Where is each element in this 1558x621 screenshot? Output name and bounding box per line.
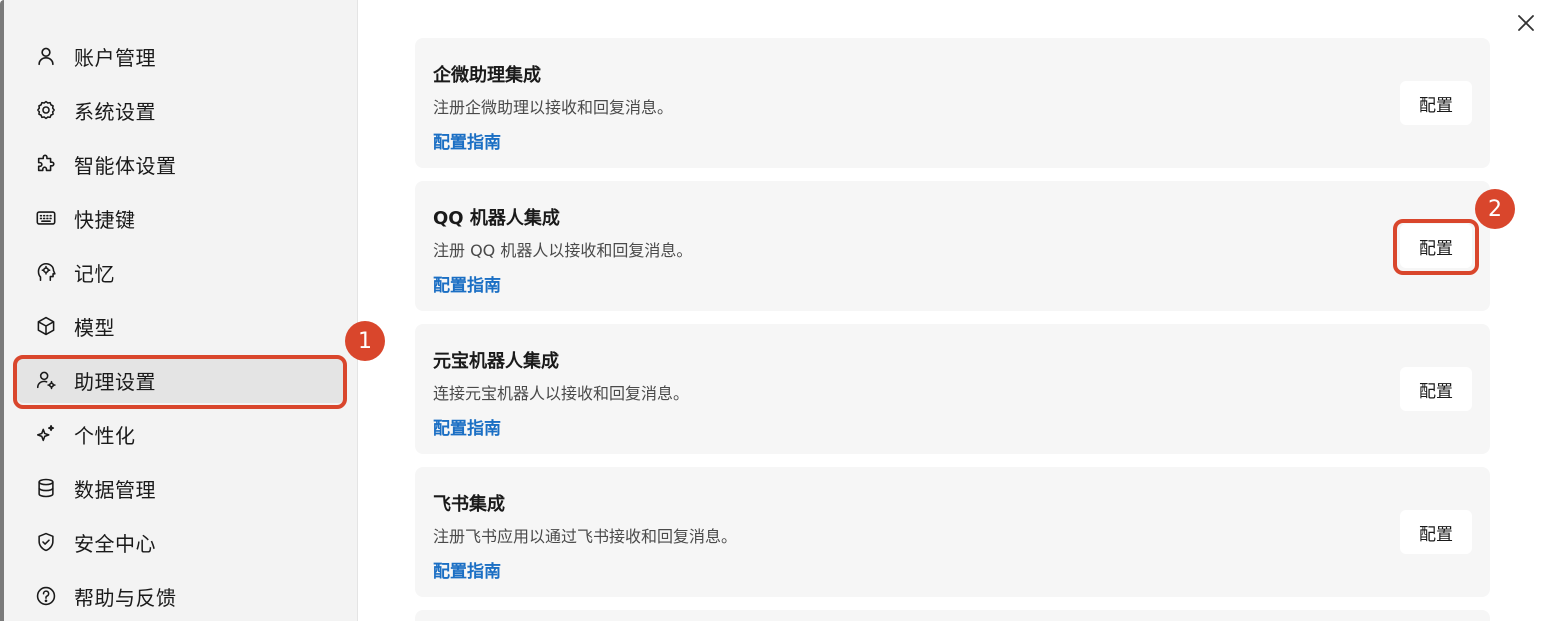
sidebar: 账户管理 系统设置 智能体设置 快捷键 记忆 模型 助理设置 个性化 数据管理 …	[4, 0, 358, 621]
sidebar-item-label: 快捷键	[74, 207, 136, 232]
annotation-badge-1: 1	[345, 321, 385, 361]
config-guide-link[interactable]: 配置指南	[433, 557, 501, 582]
integration-card-yuanbao: 元宝机器人集成 连接元宝机器人以接收和回复消息。 配置指南 配置	[415, 324, 1490, 454]
sidebar-item-label: 账户管理	[74, 45, 156, 70]
user-gear-icon	[34, 368, 58, 392]
integration-card-feishu: 飞书集成 注册飞书应用以通过飞书接收和回复消息。 配置指南 配置	[415, 467, 1490, 597]
sidebar-item-personalize[interactable]: 个性化	[16, 411, 346, 457]
sidebar-nav: 账户管理 系统设置 智能体设置 快捷键 记忆 模型 助理设置 个性化 数据管理 …	[16, 33, 346, 621]
annotation-badge-2: 2	[1475, 189, 1515, 229]
config-guide-link[interactable]: 配置指南	[433, 414, 501, 439]
card-title: 飞书集成	[433, 494, 505, 515]
close-icon	[1518, 15, 1534, 31]
sidebar-item-agent[interactable]: 智能体设置	[16, 141, 346, 187]
sidebar-item-account[interactable]: 账户管理	[16, 33, 346, 79]
puzzle-icon	[34, 152, 58, 176]
config-button[interactable]: 配置	[1400, 367, 1472, 411]
card-description: 连接元宝机器人以接收和回复消息。	[433, 384, 690, 403]
sidebar-item-data[interactable]: 数据管理	[16, 465, 346, 511]
sidebar-item-model[interactable]: 模型	[16, 303, 346, 349]
keyboard-icon	[34, 206, 58, 230]
config-guide-link[interactable]: 配置指南	[433, 271, 501, 296]
integration-list: 企微助理集成 注册企微助理以接收和回复消息。 配置指南 配置 QQ 机器人集成 …	[415, 38, 1490, 621]
cube-icon	[34, 314, 58, 338]
sidebar-item-label: 记忆	[74, 261, 115, 286]
sidebar-item-label: 帮助与反馈	[74, 585, 177, 610]
sidebar-item-label: 助理设置	[74, 369, 156, 394]
gear-icon	[34, 98, 58, 122]
sidebar-item-security[interactable]: 安全中心	[16, 519, 346, 565]
card-description: 注册 QQ 机器人以接收和回复消息。	[433, 241, 693, 260]
sidebar-item-label: 智能体设置	[74, 153, 177, 178]
integration-card-qq: QQ 机器人集成 注册 QQ 机器人以接收和回复消息。 配置指南 配置	[415, 181, 1490, 311]
help-icon	[34, 584, 58, 608]
config-button[interactable]: 配置	[1400, 81, 1472, 125]
integration-card-wecom: 企微助理集成 注册企微助理以接收和回复消息。 配置指南 配置	[415, 38, 1490, 168]
close-button[interactable]	[1513, 10, 1539, 36]
sidebar-item-label: 个性化	[74, 423, 136, 448]
sidebar-item-shortcuts[interactable]: 快捷键	[16, 195, 346, 241]
brain-head-icon	[34, 260, 58, 284]
database-icon	[34, 476, 58, 500]
card-title: QQ 机器人集成	[433, 208, 560, 229]
config-button[interactable]: 配置	[1400, 510, 1472, 554]
settings-window: 账户管理 系统设置 智能体设置 快捷键 记忆 模型 助理设置 个性化 数据管理 …	[0, 0, 1558, 621]
sidebar-item-memory[interactable]: 记忆	[16, 249, 346, 295]
sidebar-item-label: 数据管理	[74, 477, 156, 502]
user-icon	[34, 44, 58, 68]
sidebar-item-help[interactable]: 帮助与反馈	[16, 573, 346, 619]
card-title: 元宝机器人集成	[433, 351, 559, 372]
config-button[interactable]: 配置	[1400, 224, 1472, 268]
sidebar-item-system[interactable]: 系统设置	[16, 87, 346, 133]
integration-card-partial	[415, 610, 1490, 621]
card-description: 注册企微助理以接收和回复消息。	[433, 98, 674, 117]
sidebar-item-label: 系统设置	[74, 99, 156, 124]
sidebar-item-assistant[interactable]: 助理设置	[16, 357, 346, 403]
card-description: 注册飞书应用以通过飞书接收和回复消息。	[433, 527, 738, 546]
config-guide-link[interactable]: 配置指南	[433, 128, 501, 153]
sparkle-icon	[34, 422, 58, 446]
sidebar-item-label: 安全中心	[74, 531, 156, 556]
sidebar-item-label: 模型	[74, 315, 115, 340]
card-title: 企微助理集成	[433, 65, 541, 86]
shield-icon	[34, 530, 58, 554]
